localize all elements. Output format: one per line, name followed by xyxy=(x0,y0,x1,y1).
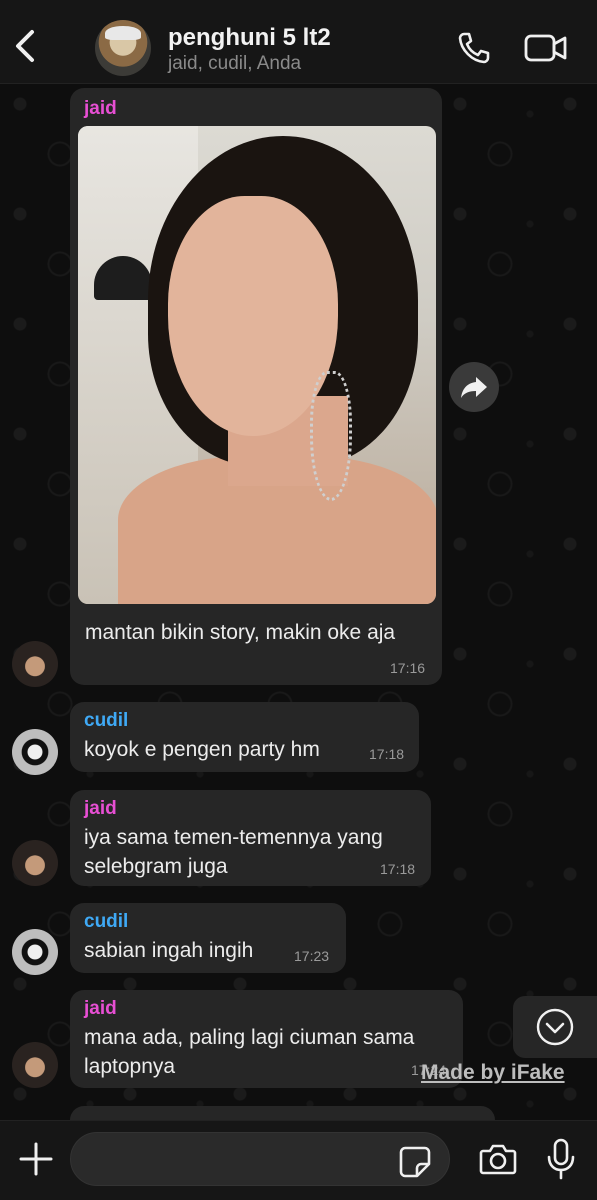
avatar-jaid[interactable] xyxy=(12,1042,58,1088)
sender-name: jaid xyxy=(84,998,117,1019)
scroll-down-button[interactable] xyxy=(513,996,597,1058)
message-bubble[interactable]: cudil sabian ingah ingih 17:23 xyxy=(70,903,346,973)
forward-button[interactable] xyxy=(449,362,499,412)
group-avatar[interactable] xyxy=(95,20,151,76)
input-bar xyxy=(0,1120,597,1200)
sender-name: cudil xyxy=(84,911,129,932)
sender-name: cudil xyxy=(84,710,129,731)
chat-header: penghuni 5 lt2 jaid, cudil, Anda xyxy=(0,0,597,84)
message-time: 17:23 xyxy=(294,948,330,964)
message-bubble[interactable]: jaid mana ada, paling lagi ciuman sama l… xyxy=(70,990,463,1088)
message-text: mana ada, paling lagi ciuman sama laptop… xyxy=(84,1026,415,1078)
message-bubble[interactable]: jaid iya sama temen-temennya yang selebg… xyxy=(70,790,431,886)
sender-name: jaid xyxy=(84,798,117,819)
message-text: koyok e pengen party hm xyxy=(84,738,320,761)
chevron-down-icon xyxy=(536,1008,574,1046)
avatar-jaid[interactable] xyxy=(12,840,58,886)
avatar-cudil[interactable] xyxy=(12,929,58,975)
shared-photo[interactable] xyxy=(78,126,436,604)
message-time: 17:18 xyxy=(380,861,416,877)
sticker-icon[interactable] xyxy=(398,1145,432,1179)
group-members[interactable]: jaid, cudil, Anda xyxy=(168,53,301,75)
message-time: 17:16 xyxy=(390,660,426,676)
avatar-cudil[interactable] xyxy=(12,729,58,775)
message-text: sabian ingah ingih xyxy=(84,939,254,962)
chat-area[interactable]: jaid mantan bikin story, makin oke aja 1… xyxy=(0,84,597,1120)
group-title[interactable]: penghuni 5 lt2 xyxy=(168,24,331,52)
camera-icon[interactable] xyxy=(478,1139,518,1179)
sender-name: jaid xyxy=(84,98,117,119)
message-input[interactable] xyxy=(70,1132,450,1186)
message-bubble-partial[interactable] xyxy=(70,1106,495,1120)
avatar-jaid[interactable] xyxy=(12,641,58,687)
phone-icon[interactable] xyxy=(456,30,492,66)
message-time: 17:18 xyxy=(369,746,405,762)
back-icon[interactable] xyxy=(10,26,40,66)
message-bubble[interactable]: cudil koyok e pengen party hm 17:18 xyxy=(70,702,419,772)
video-icon[interactable] xyxy=(524,32,568,64)
message-text: iya sama temen-temennya yang selebgram j… xyxy=(84,826,383,878)
message-text: mantan bikin story, makin oke aja xyxy=(85,621,396,644)
mic-icon[interactable] xyxy=(544,1137,578,1181)
message-bubble[interactable]: jaid mantan bikin story, makin oke aja 1… xyxy=(70,88,442,685)
plus-icon[interactable] xyxy=(16,1139,56,1179)
watermark: Made by iFake xyxy=(421,1061,565,1084)
forward-icon xyxy=(461,377,487,398)
